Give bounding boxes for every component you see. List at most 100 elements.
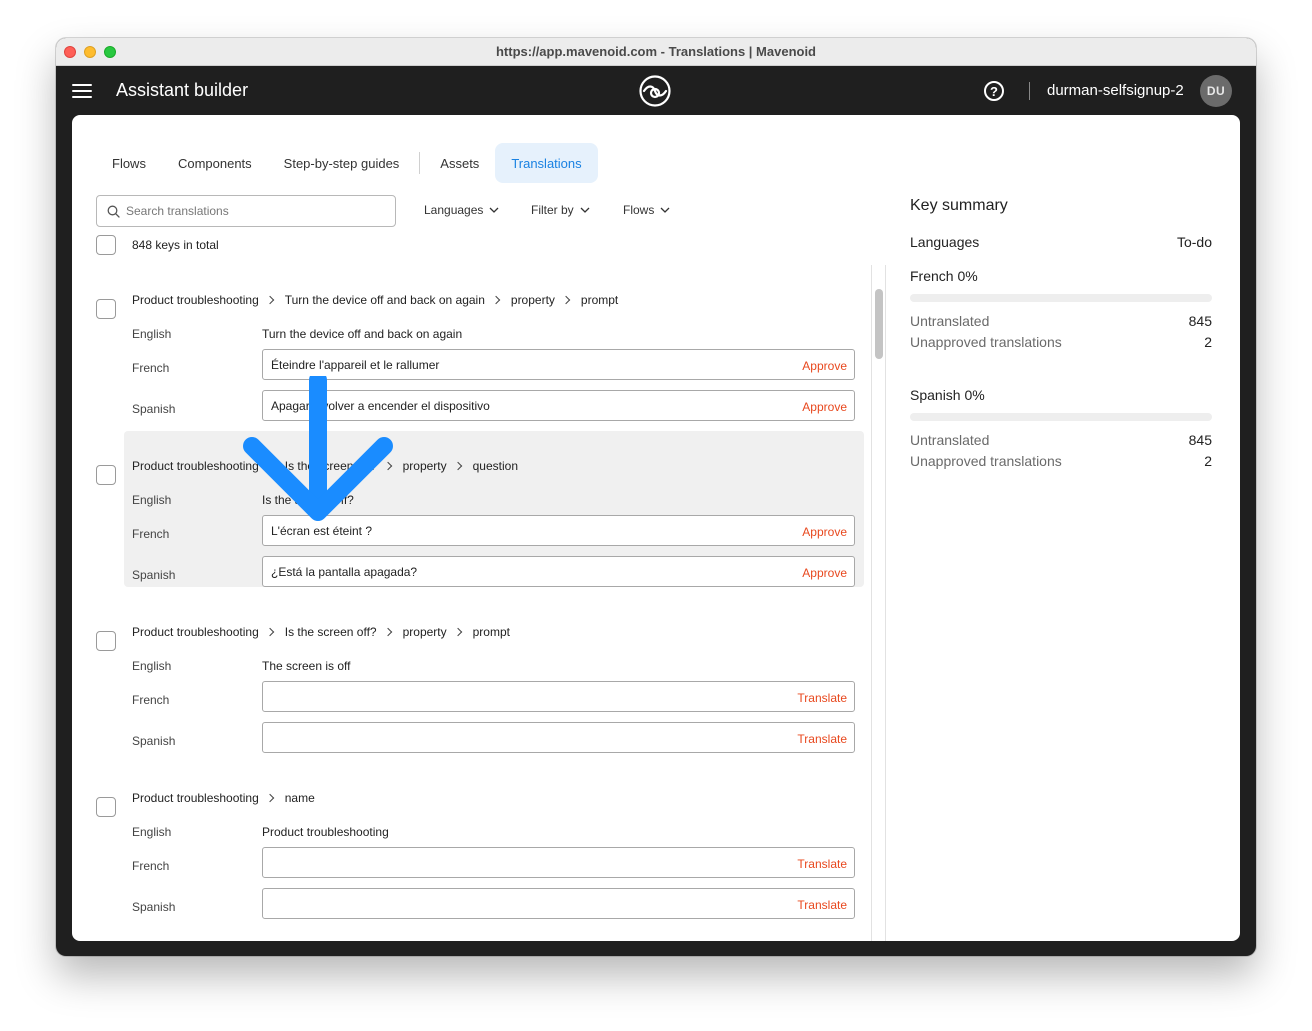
app-bar: Assistant builder ? durman-selfsignup-2 …: [56, 66, 1256, 116]
flows-dropdown[interactable]: Flows: [623, 203, 670, 217]
approve-button[interactable]: Approve: [802, 525, 847, 539]
breadcrumb: Product troubleshooting name: [132, 791, 315, 805]
chevron-down-icon: [489, 207, 499, 213]
list-scrollbar[interactable]: [871, 265, 885, 941]
french-unapproved-row: Unapproved translations 2: [910, 334, 1212, 350]
translate-button[interactable]: Translate: [797, 732, 847, 746]
unapproved-count: 2: [1204, 453, 1212, 469]
chevron-right-icon: [561, 295, 571, 305]
maximize-window-button[interactable]: [104, 46, 116, 58]
unapproved-label: Unapproved translations: [910, 453, 1062, 469]
search-input[interactable]: [126, 204, 376, 218]
languages-dropdown[interactable]: Languages: [424, 203, 499, 217]
translation-entry: Product troubleshooting Is the screen of…: [96, 431, 864, 587]
close-window-button[interactable]: [64, 46, 76, 58]
key-summary-panel: Key summary Languages To-do French 0% Un…: [910, 197, 1212, 469]
avatar[interactable]: DU: [1200, 75, 1232, 107]
chevron-right-icon: [265, 627, 274, 637]
menu-icon[interactable]: [72, 84, 92, 98]
english-source-text: Product troubleshooting: [262, 825, 389, 839]
english-source-text: Is the screen off?: [262, 493, 354, 507]
spanish-label: Spanish: [132, 568, 176, 582]
translate-button[interactable]: Translate: [797, 691, 847, 705]
scrollbar-thumb[interactable]: [875, 289, 883, 359]
approve-button[interactable]: Approve: [802, 359, 847, 373]
search-box[interactable]: [96, 195, 396, 227]
spanish-progress-bar: [910, 413, 1212, 421]
translation-list: Product troubleshooting Turn the device …: [96, 265, 872, 941]
username[interactable]: durman-selfsignup-2: [1047, 82, 1184, 99]
french-label: French: [132, 859, 170, 873]
chevron-down-icon: [660, 207, 670, 213]
spanish-label: Spanish: [132, 402, 176, 416]
tab-components[interactable]: Components: [162, 143, 268, 183]
window-controls: [64, 46, 116, 58]
chevron-right-icon: [265, 793, 274, 803]
tab-assets[interactable]: Assets: [424, 143, 495, 183]
untranslated-count: 845: [1188, 432, 1212, 448]
translation-entry: Product troubleshooting Is the screen of…: [96, 597, 864, 753]
breadcrumb-item: property: [402, 459, 447, 473]
french-untranslated-row: Untranslated 845: [910, 313, 1212, 329]
select-all-row: 848 keys in total: [96, 235, 219, 255]
entry-checkbox[interactable]: [96, 299, 116, 319]
tab-translations[interactable]: Translations: [495, 143, 598, 183]
summary-header: Languages To-do: [910, 234, 1212, 250]
unapproved-count: 2: [1204, 334, 1212, 350]
breadcrumb-item: Product troubleshooting: [132, 459, 259, 473]
spanish-translation-field[interactable]: Translate: [262, 888, 855, 919]
french-translation-field[interactable]: Translate: [262, 681, 855, 712]
spanish-label: Spanish: [132, 900, 176, 914]
minimize-window-button[interactable]: [84, 46, 96, 58]
mavenoid-logo-icon: [639, 75, 671, 107]
translation-entry: Product troubleshooting Turn the device …: [96, 265, 864, 421]
spanish-summary: Spanish 0% Untranslated 845 Unapproved t…: [910, 387, 1212, 469]
translate-button[interactable]: Translate: [797, 898, 847, 912]
breadcrumb-item: question: [472, 459, 518, 473]
breadcrumb-item: property: [510, 293, 555, 307]
french-summary: French 0% Untranslated 845 Unapproved tr…: [910, 268, 1212, 350]
tab-step-by-step-guides[interactable]: Step-by-step guides: [268, 143, 416, 183]
breadcrumb-item: Is the screen off?: [284, 459, 377, 473]
french-translation-text: Éteindre l'appareil et le rallumer: [271, 357, 440, 372]
languages-column-header: Languages: [910, 234, 980, 250]
english-label: English: [132, 493, 172, 507]
approve-button[interactable]: Approve: [802, 566, 847, 580]
breadcrumb-item: Product troubleshooting: [132, 625, 259, 639]
french-translation-field[interactable]: L'écran est éteint ? Approve: [262, 515, 855, 546]
entry-checkbox[interactable]: [96, 797, 116, 817]
english-source-text: Turn the device off and back on again: [262, 327, 463, 341]
english-label: English: [132, 327, 172, 341]
breadcrumb-item: name: [284, 791, 315, 805]
french-translation-field[interactable]: Éteindre l'appareil et le rallumer Appro…: [262, 349, 855, 380]
tab-flows[interactable]: Flows: [96, 143, 162, 183]
french-translation-text: L'écran est éteint ?: [271, 523, 373, 538]
main-content: Flows Components Step-by-step guides Ass…: [72, 115, 1240, 941]
entry-checkbox[interactable]: [96, 631, 116, 651]
spanish-translation-field[interactable]: Apagar y volver a encender el dispositiv…: [262, 390, 855, 421]
english-label: English: [132, 659, 172, 673]
spanish-translation-text: Apagar y volver a encender el dispositiv…: [271, 398, 490, 413]
spanish-translation-field[interactable]: Translate: [262, 722, 855, 753]
select-all-checkbox[interactable]: [96, 235, 116, 255]
breadcrumb-item: Product troubleshooting: [132, 293, 259, 307]
chevron-right-icon: [491, 295, 501, 305]
approve-button[interactable]: Approve: [802, 400, 847, 414]
entry-checkbox[interactable]: [96, 465, 116, 485]
spanish-translation-field[interactable]: ¿Está la pantalla apagada? Approve: [262, 556, 855, 587]
breadcrumb-item: Product troubleshooting: [132, 791, 259, 805]
translate-button[interactable]: Translate: [797, 857, 847, 871]
help-icon[interactable]: ?: [984, 81, 1004, 101]
panel-divider: [885, 265, 886, 941]
filter-by-dropdown-label: Filter by: [531, 203, 574, 217]
french-label: French: [132, 693, 170, 707]
flows-dropdown-label: Flows: [623, 203, 655, 217]
key-summary-title: Key summary: [910, 197, 1008, 214]
tab-bar: Flows Components Step-by-step guides Ass…: [96, 143, 598, 183]
breadcrumb: Product troubleshooting Is the screen of…: [132, 625, 510, 639]
tab-divider: [419, 152, 421, 174]
filter-by-dropdown[interactable]: Filter by: [531, 203, 590, 217]
french-translation-field[interactable]: Translate: [262, 847, 855, 878]
french-summary-title: French 0%: [910, 268, 978, 284]
window-title: https://app.mavenoid.com - Translations …: [495, 44, 817, 59]
